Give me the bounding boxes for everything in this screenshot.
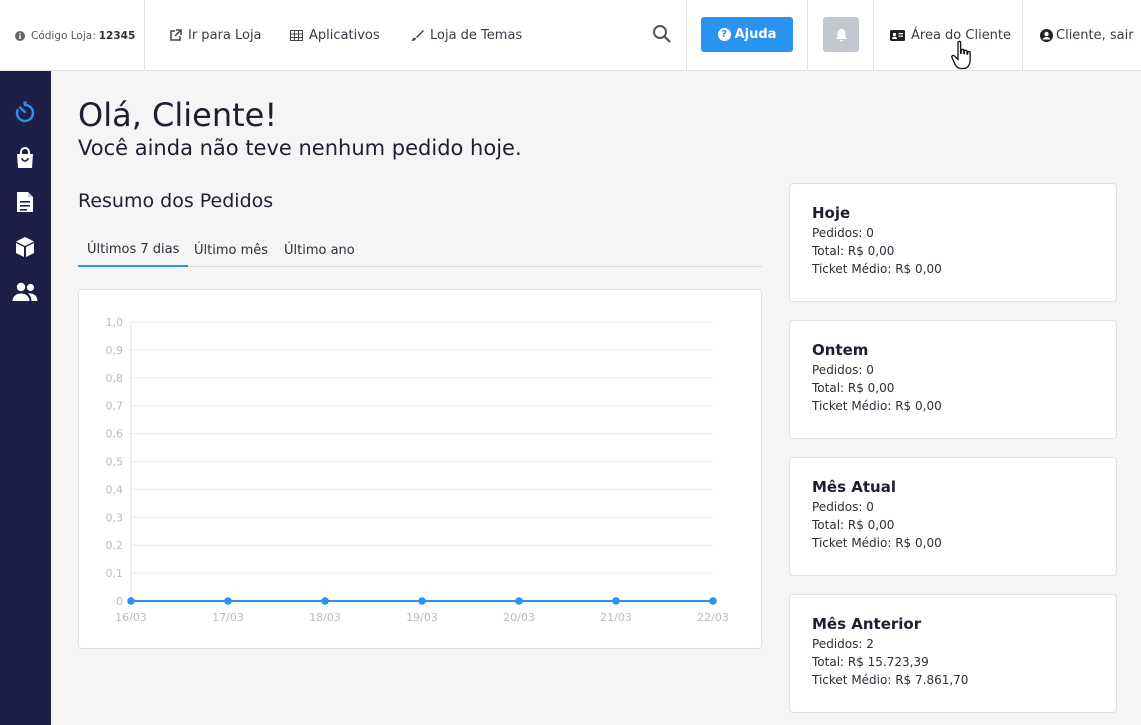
summary-card-current-month: Mês Atual Pedidos: 0 Total: R$ 0,00 Tick… (789, 457, 1117, 576)
period-tabs: Últimos 7 dias Último mês Último ano (78, 233, 762, 267)
card-orders: Pedidos: 0 (812, 226, 874, 240)
data-point (321, 597, 329, 605)
card-orders: Pedidos: 2 (812, 637, 874, 651)
brush-icon (411, 30, 424, 41)
data-point (515, 597, 523, 605)
y-tick-label: 0,8 (106, 372, 124, 385)
themes-link[interactable]: Loja de Temas (411, 0, 522, 71)
user-circle-icon (1040, 29, 1053, 42)
summary-card-previous-month: Mês Anterior Pedidos: 2 Total: R$ 15.723… (789, 594, 1117, 713)
data-point (709, 597, 717, 605)
store-code: Código Loja: 12345 (15, 0, 135, 71)
data-point (418, 597, 426, 605)
store-code-value: 12345 (98, 29, 136, 42)
orders-summary-title: Resumo dos Pedidos (78, 190, 274, 212)
stopwatch-icon (15, 101, 35, 123)
tab-last-year[interactable]: Último ano (275, 233, 364, 267)
card-ticket: Ticket Médio: R$ 7.861,70 (812, 673, 969, 687)
store-code-label: Código Loja: (31, 29, 96, 42)
data-point (127, 597, 135, 605)
card-total: Total: R$ 0,00 (812, 518, 895, 532)
tab-last-month[interactable]: Último mês (185, 233, 277, 267)
external-link-icon (170, 29, 182, 41)
card-orders: Pedidos: 0 (812, 500, 874, 514)
help-label: Ajuda (734, 27, 777, 42)
notifications-button[interactable] (823, 17, 859, 52)
apps-label: Aplicativos (309, 28, 380, 43)
card-ticket: Ticket Médio: R$ 0,00 (812, 399, 942, 413)
data-point (224, 597, 232, 605)
shopping-bag-icon (17, 147, 33, 168)
go-to-store-label: Ir para Loja (188, 28, 262, 43)
y-tick-label: 0,2 (106, 539, 124, 552)
y-tick-label: 0,1 (106, 567, 124, 580)
logout-label: Cliente, sair (1056, 28, 1134, 43)
x-tick-label: 17/03 (212, 611, 244, 624)
card-total: Total: R$ 0,00 (812, 381, 895, 395)
go-to-store-link[interactable]: Ir para Loja (169, 0, 262, 71)
card-title: Ontem (812, 341, 869, 359)
box-icon (16, 237, 34, 257)
x-tick-label: 19/03 (406, 611, 438, 624)
y-tick-label: 0,5 (106, 456, 124, 469)
x-tick-label: 20/03 (503, 611, 535, 624)
x-tick-label: 22/03 (697, 611, 729, 624)
greeting-title: Olá, Cliente! (78, 96, 278, 134)
bell-icon (835, 28, 847, 41)
logout-link[interactable]: Cliente, sair (1040, 0, 1134, 71)
y-tick-label: 0 (116, 595, 123, 608)
card-title: Mês Atual (812, 478, 896, 496)
sidebar (0, 71, 51, 725)
summary-card-yesterday: Ontem Pedidos: 0 Total: R$ 0,00 Ticket M… (789, 320, 1117, 439)
card-total: Total: R$ 0,00 (812, 244, 895, 258)
question-icon: ? (717, 28, 731, 41)
orders-chart: 0 0,1 0,2 0,3 0,4 0,5 0,6 0,7 0,8 0,9 1,0 16/03 17/0… (78, 289, 762, 649)
x-tick-label: 16/03 (115, 611, 147, 624)
hand-pointer-cursor-icon (951, 40, 971, 70)
card-total: Total: R$ 15.723,39 (812, 655, 929, 669)
x-tick-label: 21/03 (600, 611, 632, 624)
summary-card-today: Hoje Pedidos: 0 Total: R$ 0,00 Ticket Mé… (789, 183, 1117, 302)
sidebar-item-orders[interactable] (13, 146, 37, 170)
sidebar-item-products[interactable] (13, 235, 37, 259)
apps-link[interactable]: Aplicativos (290, 0, 380, 71)
data-point (612, 597, 620, 605)
card-ticket: Ticket Médio: R$ 0,00 (812, 536, 942, 550)
x-tick-label: 18/03 (309, 611, 341, 624)
card-title: Hoje (812, 204, 851, 222)
themes-label: Loja de Temas (430, 28, 523, 43)
help-button[interactable]: ? Ajuda (701, 17, 793, 52)
greeting-subtitle: Você ainda não teve nenhum pedido hoje. (78, 136, 522, 160)
document-icon (17, 192, 33, 212)
users-icon (12, 282, 38, 301)
y-tick-label: 0,7 (106, 400, 124, 413)
card-orders: Pedidos: 0 (812, 363, 874, 377)
card-ticket: Ticket Médio: R$ 0,00 (812, 262, 942, 276)
grid-icon (290, 30, 303, 41)
tab-last-7-days[interactable]: Últimos 7 dias (78, 233, 189, 267)
orders-line-chart: 0 0,1 0,2 0,3 0,4 0,5 0,6 0,7 0,8 0,9 1,0 16/03 17/0… (106, 316, 729, 624)
info-icon (15, 30, 25, 41)
y-tick-label: 0,9 (106, 344, 124, 357)
y-tick-label: 1,0 (106, 316, 124, 329)
sidebar-item-documents[interactable] (13, 190, 37, 214)
search-icon[interactable] (652, 24, 672, 44)
id-card-icon (890, 30, 905, 41)
card-title: Mês Anterior (812, 615, 922, 633)
sidebar-item-customers[interactable] (12, 280, 38, 304)
y-tick-label: 0,6 (106, 428, 124, 441)
sidebar-item-dashboard[interactable] (13, 100, 37, 124)
y-tick-label: 0,4 (106, 483, 124, 496)
y-tick-label: 0,3 (106, 511, 124, 524)
